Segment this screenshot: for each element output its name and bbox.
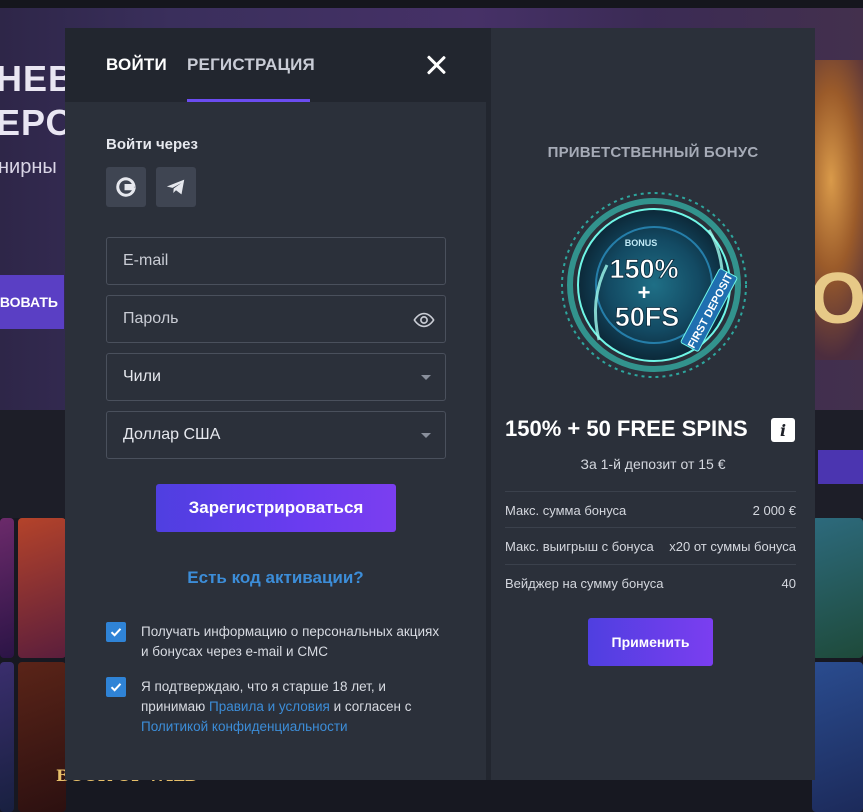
- privacy-policy-link[interactable]: Политикой конфиденциальности: [141, 719, 348, 734]
- email-field[interactable]: [106, 237, 446, 285]
- row-label: Вейджер на сумму бонуса: [505, 576, 664, 591]
- age-terms-checkbox[interactable]: [106, 677, 126, 697]
- banner-button[interactable]: ТВОВАТЬ: [0, 275, 64, 329]
- age-terms-label: Я подтверждаю, что я старше 18 лет, и пр…: [141, 677, 441, 737]
- chevron-down-icon: [421, 375, 431, 380]
- chevron-down-icon: [421, 433, 431, 438]
- login-via-label: Войти через: [106, 136, 198, 153]
- info-icon[interactable]: i: [771, 418, 795, 442]
- row-value: 40: [781, 576, 796, 591]
- country-select[interactable]: Чили: [106, 353, 446, 401]
- row-label: Макс. сумма бонуса: [505, 503, 627, 518]
- activation-code-link[interactable]: Есть код активации?: [65, 568, 486, 588]
- bonus-detail-row: Макс. сумма бонуса 2 000 €: [505, 491, 796, 528]
- age-terms-text-2: и согласен с: [329, 699, 412, 714]
- game-tile[interactable]: [812, 662, 863, 812]
- row-value: x20 от суммы бонуса: [669, 539, 796, 554]
- offer-title: 150% + 50 FREE SPINS: [505, 416, 748, 441]
- badge-fs: 50FS: [615, 302, 680, 332]
- marketing-consent-checkbox[interactable]: [106, 622, 126, 642]
- bonus-panel: ПРИВЕТСТВЕННЫЙ БОНУС BONUS 150% + 50FS F…: [491, 28, 815, 780]
- telegram-icon: [166, 179, 185, 195]
- game-tile[interactable]: [18, 662, 66, 812]
- row-label: Макс. выигрыш с бонуса: [505, 539, 654, 554]
- terms-link[interactable]: Правила и условия: [209, 699, 330, 714]
- currency-value: Доллар США: [123, 426, 221, 443]
- password-field[interactable]: [106, 295, 446, 343]
- banner-subtitle: нирны: [0, 156, 57, 178]
- apply-bonus-button[interactable]: Применить: [588, 618, 713, 666]
- checkmark-icon: [110, 628, 122, 637]
- google-login-button[interactable]: [106, 167, 146, 207]
- form-panel: ВОЙТИ РЕГИСТРАЦИЯ Войти через E-mail Чил…: [65, 28, 486, 780]
- country-value: Чили: [123, 368, 161, 385]
- currency-select[interactable]: Доллар США: [106, 411, 446, 459]
- checkmark-icon: [110, 683, 122, 692]
- game-tile[interactable]: [18, 518, 66, 658]
- game-tile[interactable]: [0, 518, 14, 658]
- badge-bonus-text: BONUS: [625, 238, 658, 248]
- register-button[interactable]: Зарегистрироваться: [156, 484, 396, 532]
- game-tile[interactable]: [0, 662, 14, 812]
- email-input[interactable]: [107, 238, 445, 284]
- google-icon: [116, 177, 136, 197]
- close-icon[interactable]: [424, 53, 448, 77]
- offer-subtitle: За 1-й депозит от 15 €: [580, 456, 726, 472]
- marketing-consent-label: Получать информацию о персональных акция…: [141, 624, 440, 659]
- active-tab-indicator: [187, 99, 310, 102]
- tab-login[interactable]: ВОЙТИ: [106, 55, 167, 75]
- banner-hero-letter: O: [810, 259, 863, 339]
- bonus-title: ПРИВЕТСТВЕННЫЙ БОНУС: [547, 144, 759, 161]
- row-value: 2 000 €: [752, 503, 796, 518]
- strip-button[interactable]: [818, 450, 863, 484]
- telegram-login-button[interactable]: [156, 167, 196, 207]
- registration-modal: ВОЙТИ РЕГИСТРАЦИЯ Войти через E-mail Чил…: [65, 28, 815, 780]
- bonus-detail-row: Вейджер на сумму бонуса 40: [505, 565, 796, 602]
- game-tile[interactable]: [812, 518, 863, 658]
- tab-register[interactable]: РЕГИСТРАЦИЯ: [187, 55, 315, 75]
- tabs-bar: ВОЙТИ РЕГИСТРАЦИЯ: [65, 28, 486, 102]
- bonus-detail-row: Макс. выигрыш с бонуса x20 от суммы бону…: [505, 528, 796, 565]
- password-input[interactable]: [107, 296, 445, 342]
- eye-icon[interactable]: [413, 309, 435, 331]
- bonus-badge-image: BONUS 150% + 50FS FIRST DEPOSIT: [561, 192, 747, 378]
